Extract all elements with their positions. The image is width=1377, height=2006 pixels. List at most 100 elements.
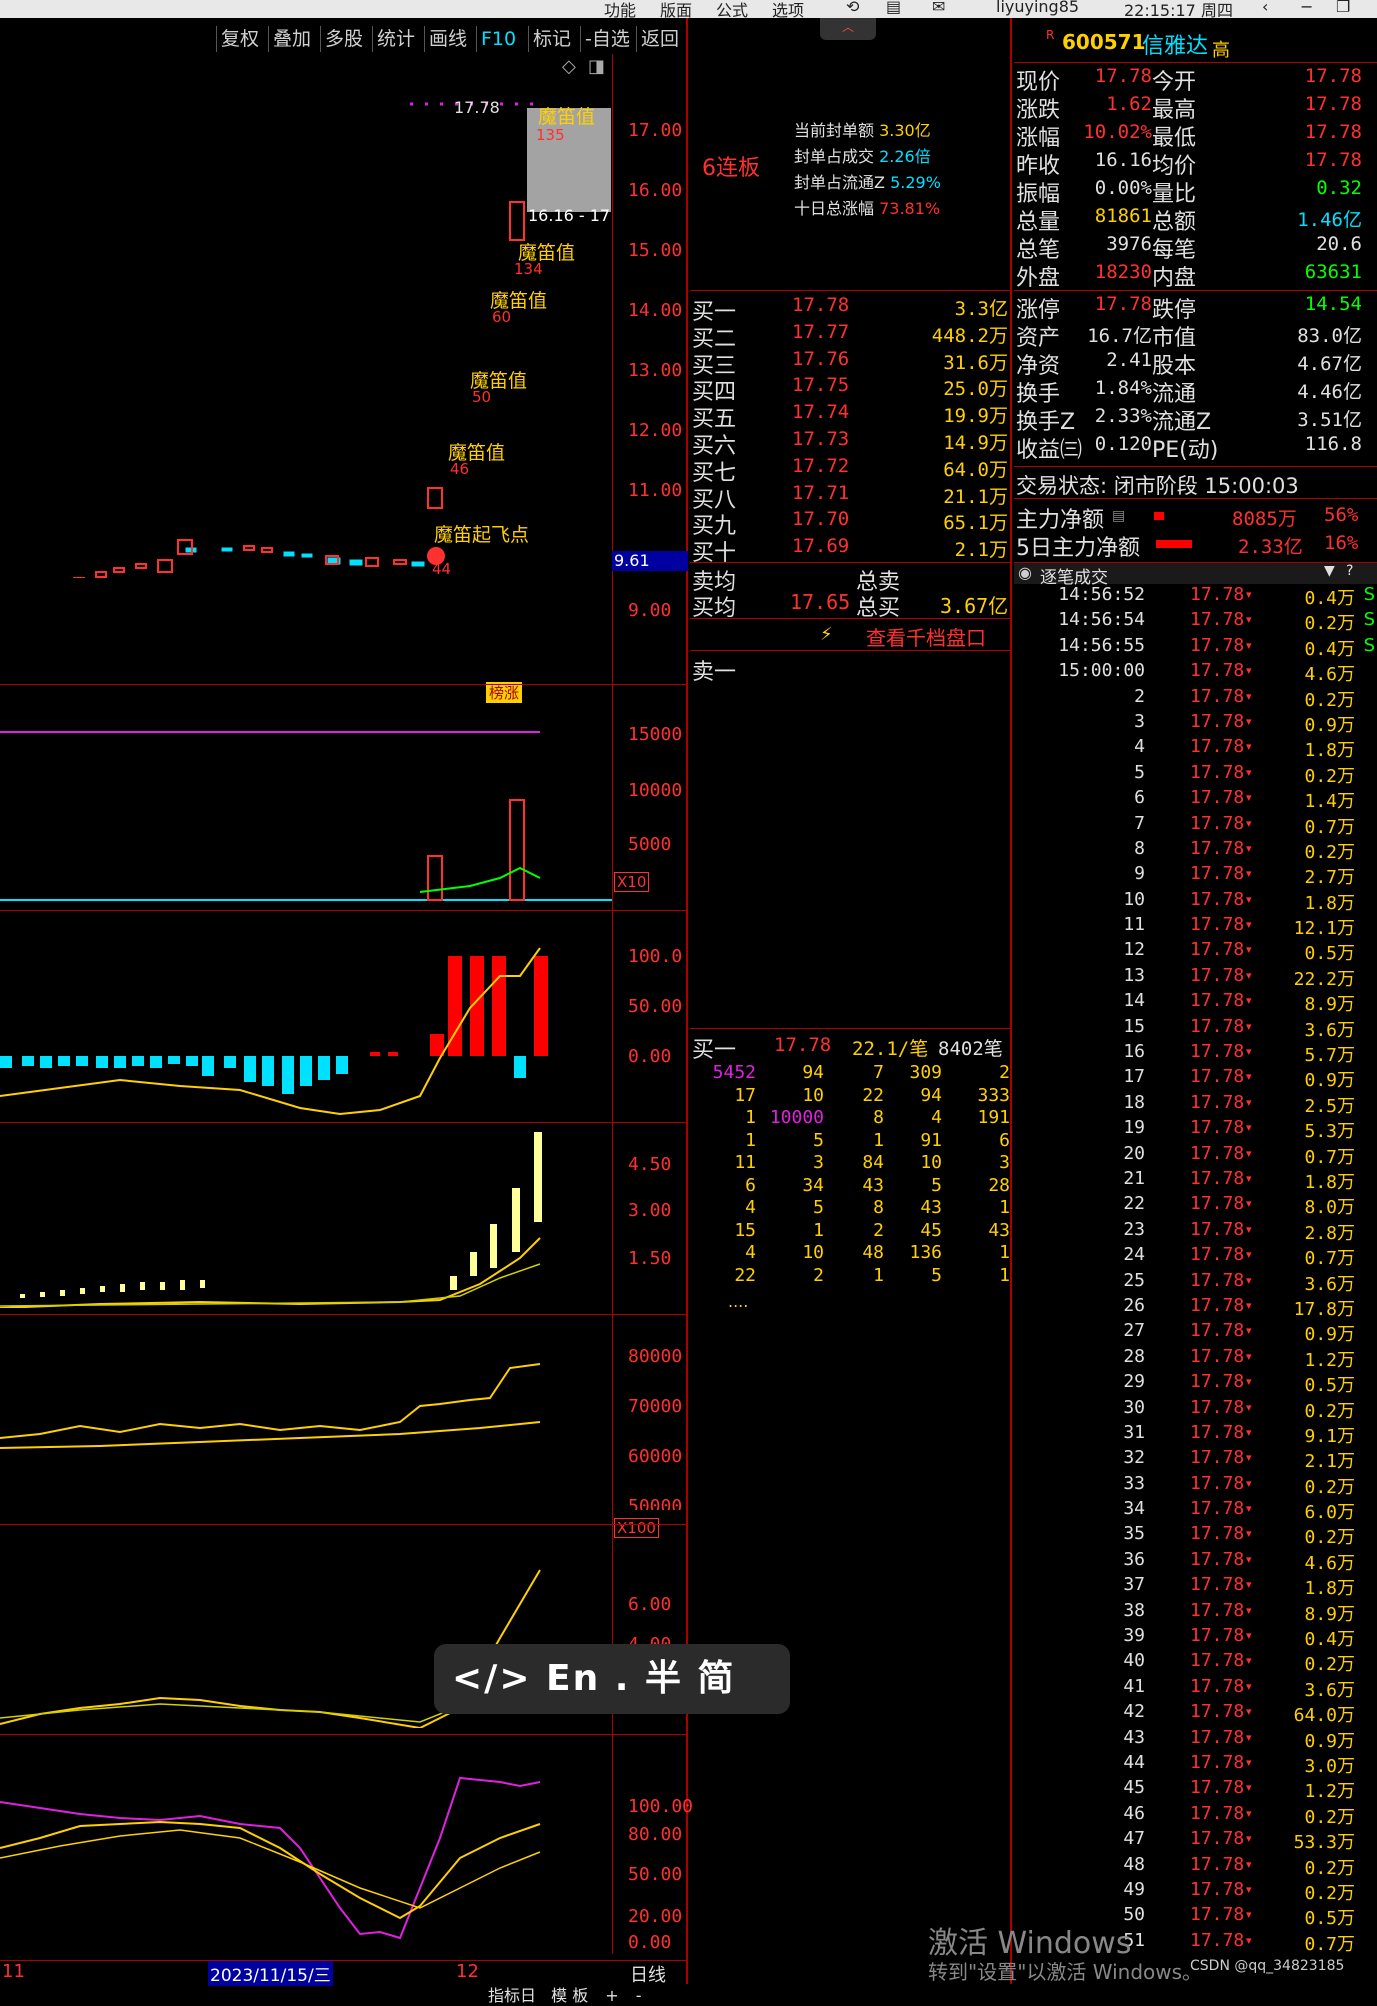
tick-row[interactable]: 33 17.78 ▾ 0.2万 bbox=[1014, 1473, 1377, 1498]
tick-price: 17.78 bbox=[1190, 1091, 1245, 1113]
list-icon[interactable]: ▤ bbox=[1112, 508, 1125, 524]
tick-row[interactable]: 35 17.78 ▾ 0.2万 bbox=[1014, 1523, 1377, 1548]
tick-row[interactable]: 14:56:55 17.78 ▾ 0.4万 S bbox=[1014, 635, 1377, 660]
tick-time: 24 bbox=[1123, 1244, 1145, 1266]
tick-row[interactable]: 18 17.78 ▾ 2.5万 bbox=[1014, 1092, 1377, 1117]
panel-toggle-icon[interactable]: ◨ bbox=[588, 56, 605, 77]
tick-row[interactable]: 2 17.78 ▾ 0.2万 bbox=[1014, 686, 1377, 711]
tick-row[interactable]: 19 17.78 ▾ 5.3万 bbox=[1014, 1117, 1377, 1142]
back-icon[interactable]: ‹ bbox=[1262, 0, 1268, 16]
collapse-icon[interactable]: ︿ bbox=[820, 18, 876, 40]
stat-label: 收益㈢ bbox=[1016, 438, 1083, 463]
tick-row[interactable]: 28 17.78 ▾ 1.2万 bbox=[1014, 1346, 1377, 1371]
tick-row[interactable]: 36 17.78 ▾ 4.6万 bbox=[1014, 1549, 1377, 1574]
tick-row[interactable]: 44 17.78 ▾ 3.0万 bbox=[1014, 1752, 1377, 1777]
queue-cell: 3 bbox=[999, 1152, 1010, 1173]
queue-cell: 2 bbox=[813, 1264, 824, 1286]
btn-draw[interactable]: 画线 bbox=[424, 26, 471, 52]
tick-row[interactable]: 15:00:00 17.78 ▾ 4.6万 bbox=[1014, 660, 1377, 685]
tick-row[interactable]: 45 17.78 ▾ 1.2万 bbox=[1014, 1777, 1377, 1802]
down-arrow-icon: ▾ bbox=[1246, 892, 1252, 906]
btn-fuquan[interactable]: 复权 bbox=[216, 26, 263, 52]
tick-row[interactable]: 29 17.78 ▾ 0.5万 bbox=[1014, 1371, 1377, 1396]
tick-row[interactable]: 34 17.78 ▾ 6.0万 bbox=[1014, 1498, 1377, 1523]
tick-row[interactable]: 42 17.78 ▾ 64.0万 bbox=[1014, 1701, 1377, 1726]
tick-row[interactable]: 43 17.78 ▾ 0.9万 bbox=[1014, 1727, 1377, 1752]
tick-row[interactable]: 46 17.78 ▾ 0.2万 bbox=[1014, 1803, 1377, 1828]
tick-row[interactable]: 10 17.78 ▾ 1.8万 bbox=[1014, 889, 1377, 914]
refresh-icon[interactable]: ⟲ bbox=[846, 0, 859, 16]
tick-price: 17.78 bbox=[1190, 1371, 1245, 1393]
tick-price: 17.78 bbox=[1190, 1650, 1245, 1672]
tick-row[interactable]: 8 17.78 ▾ 0.2万 bbox=[1014, 838, 1377, 863]
tab-indicator[interactable]: 指标日 bbox=[488, 1986, 536, 2005]
tick-row[interactable]: 26 17.78 ▾ 17.8万 bbox=[1014, 1295, 1377, 1320]
tick-row[interactable]: 7 17.78 ▾ 0.7万 bbox=[1014, 813, 1377, 838]
tick-row[interactable]: 17 17.78 ▾ 0.9万 bbox=[1014, 1066, 1377, 1091]
tick-volume: 1.8万 bbox=[1304, 892, 1355, 914]
ime-toolbar[interactable]: </> En . 半 简 bbox=[434, 1644, 790, 1714]
tab-template[interactable]: 模 板 bbox=[551, 1986, 588, 2005]
btn-f10[interactable]: F10 bbox=[476, 26, 520, 52]
btn-multi[interactable]: 多股 bbox=[320, 26, 367, 52]
tick-row[interactable]: 22 17.78 ▾ 8.0万 bbox=[1014, 1193, 1377, 1218]
tick-row[interactable]: 14:56:52 17.78 ▾ 0.4万 S bbox=[1014, 584, 1377, 609]
tick-row[interactable]: 14:56:54 17.78 ▾ 0.2万 S bbox=[1014, 609, 1377, 634]
tick-row[interactable]: 47 17.78 ▾ 53.3万 bbox=[1014, 1828, 1377, 1853]
tick-time: 10 bbox=[1123, 888, 1145, 910]
tick-row[interactable]: 21 17.78 ▾ 1.8万 bbox=[1014, 1168, 1377, 1193]
help-icon[interactable]: ? bbox=[1346, 563, 1353, 579]
btn-stats[interactable]: 统计 bbox=[372, 26, 419, 52]
tick-row[interactable]: 41 17.78 ▾ 3.6万 bbox=[1014, 1676, 1377, 1701]
tick-row[interactable]: 13 17.78 ▾ 22.2万 bbox=[1014, 965, 1377, 990]
tick-row[interactable]: 27 17.78 ▾ 0.9万 bbox=[1014, 1320, 1377, 1345]
tick-row[interactable]: 31 17.78 ▾ 9.1万 bbox=[1014, 1422, 1377, 1447]
bid-row: 买五 17.74 19.9万 bbox=[692, 401, 1008, 432]
tick-time: 28 bbox=[1123, 1345, 1145, 1367]
tick-row[interactable]: 37 17.78 ▾ 1.8万 bbox=[1014, 1574, 1377, 1599]
btn-return[interactable]: 返回 bbox=[636, 26, 683, 52]
tick-row[interactable]: 32 17.78 ▾ 2.1万 bbox=[1014, 1447, 1377, 1472]
tick-row[interactable]: 39 17.78 ▾ 0.4万 bbox=[1014, 1625, 1377, 1650]
tick-row[interactable]: 6 17.78 ▾ 1.4万 bbox=[1014, 787, 1377, 812]
mail-icon[interactable]: ✉ bbox=[932, 0, 945, 16]
filter-icon[interactable]: ▼ bbox=[1324, 563, 1335, 579]
tick-volume: 9.1万 bbox=[1304, 1425, 1355, 1447]
tick-time: 9 bbox=[1134, 863, 1145, 885]
restore-icon[interactable]: ❐ bbox=[1336, 0, 1350, 16]
tick-row[interactable]: 48 17.78 ▾ 0.2万 bbox=[1014, 1854, 1377, 1879]
tick-row[interactable]: 9 17.78 ▾ 2.7万 bbox=[1014, 863, 1377, 888]
minimize-icon[interactable]: − bbox=[1300, 0, 1313, 16]
collapse-circle-icon[interactable]: ◉ bbox=[1018, 563, 1032, 582]
btn-overlay[interactable]: 叠加 bbox=[268, 26, 315, 52]
diamond-icon[interactable]: ◇ bbox=[562, 56, 576, 77]
tick-row[interactable]: 11 17.78 ▾ 12.1万 bbox=[1014, 914, 1377, 939]
view-levels-link[interactable]: 查看千档盘口 bbox=[866, 622, 986, 651]
tick-volume: 1.8万 bbox=[1304, 1171, 1355, 1193]
tick-row[interactable]: 12 17.78 ▾ 0.5万 bbox=[1014, 939, 1377, 964]
tick-row[interactable]: 23 17.78 ▾ 2.8万 bbox=[1014, 1219, 1377, 1244]
tick-time: 21 bbox=[1123, 1167, 1145, 1189]
btn-mark[interactable]: 标记 bbox=[528, 26, 575, 52]
tick-row[interactable]: 49 17.78 ▾ 0.2万 bbox=[1014, 1879, 1377, 1904]
tick-row[interactable]: 20 17.78 ▾ 0.7万 bbox=[1014, 1143, 1377, 1168]
tick-row[interactable]: 3 17.78 ▾ 0.9万 bbox=[1014, 711, 1377, 736]
tick-row[interactable]: 40 17.78 ▾ 0.2万 bbox=[1014, 1650, 1377, 1675]
tick-row[interactable]: 14 17.78 ▾ 8.9万 bbox=[1014, 990, 1377, 1015]
btn-watchlist[interactable]: -自选 bbox=[580, 26, 634, 52]
queue-cell: 1 bbox=[999, 1197, 1010, 1218]
tick-row[interactable]: 24 17.78 ▾ 0.7万 bbox=[1014, 1244, 1377, 1269]
tick-row[interactable]: 4 17.78 ▾ 1.8万 bbox=[1014, 736, 1377, 761]
queue-cell: 10000 bbox=[769, 1107, 824, 1128]
tick-row[interactable]: 38 17.78 ▾ 8.9万 bbox=[1014, 1600, 1377, 1625]
zoom-out-button[interactable]: - bbox=[636, 1986, 642, 2005]
tick-row[interactable]: 16 17.78 ▾ 5.7万 bbox=[1014, 1041, 1377, 1066]
date-tick: 12 bbox=[456, 1961, 479, 1982]
tick-row[interactable]: 30 17.78 ▾ 0.2万 bbox=[1014, 1397, 1377, 1422]
tick-row[interactable]: 15 17.78 ▾ 3.6万 bbox=[1014, 1016, 1377, 1041]
tick-row[interactable]: 5 17.78 ▾ 0.2万 bbox=[1014, 762, 1377, 787]
zoom-in-button[interactable]: + bbox=[605, 1986, 618, 2005]
tick-row[interactable]: 25 17.78 ▾ 3.6万 bbox=[1014, 1270, 1377, 1295]
tick-list[interactable]: 14:56:52 17.78 ▾ 0.4万 S 14:56:54 17.78 ▾ 0.2万 S 14… bbox=[1014, 584, 1377, 1955]
calc-icon[interactable]: ▤ bbox=[886, 0, 901, 16]
